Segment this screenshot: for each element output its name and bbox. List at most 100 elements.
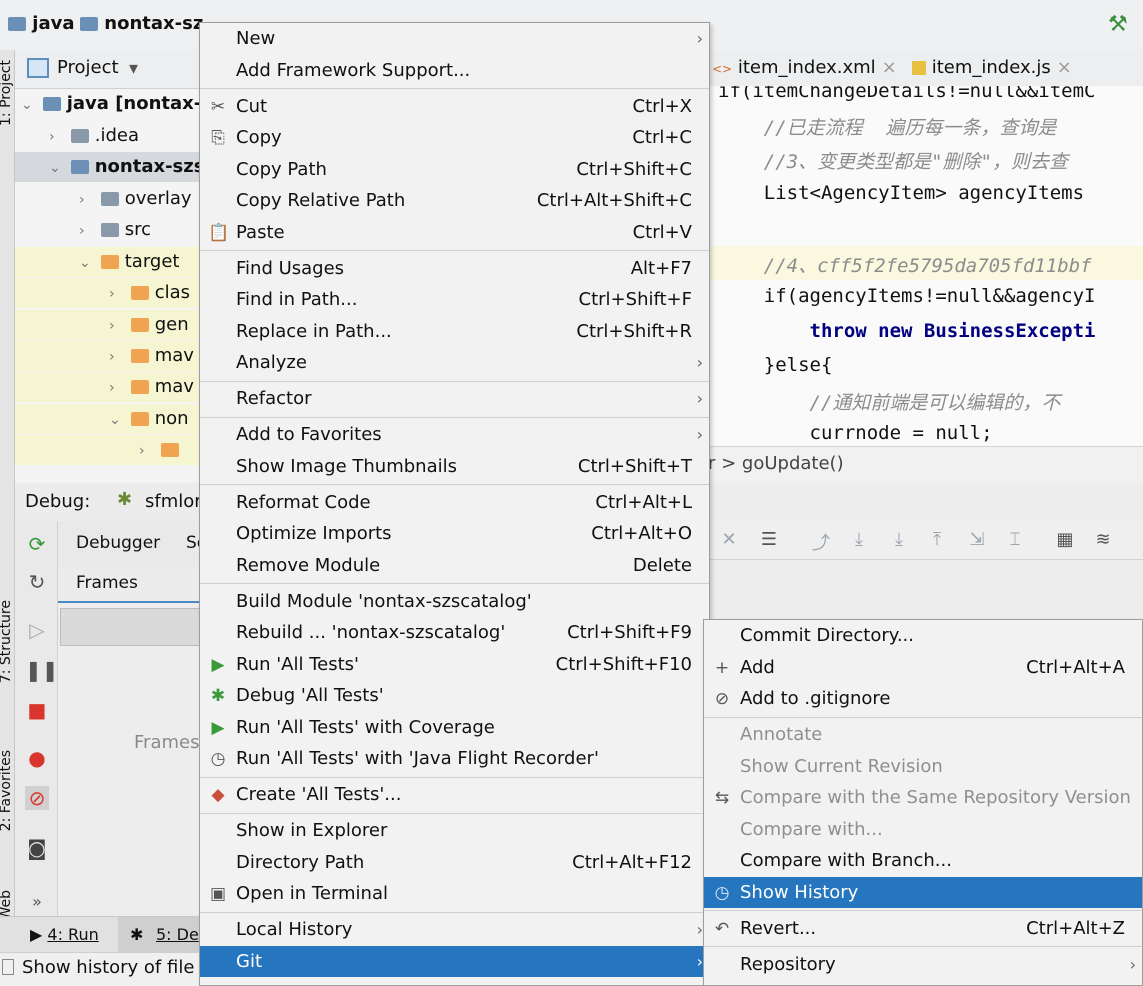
- settings-icon[interactable]: ≋: [1092, 529, 1114, 551]
- tree-item-generated[interactable]: › gen: [15, 310, 200, 340]
- tab-item-index-js[interactable]: item_index.js ×: [912, 57, 1072, 78]
- context-menu-item-create-all-tests[interactable]: ◆ Create 'All Tests'...: [200, 779, 709, 810]
- restart-icon[interactable]: ↻: [25, 570, 49, 594]
- tree-item-nontax[interactable]: ⌄ nontax-szs: [15, 152, 204, 182]
- context-menu-item-run-all-tests-with-coverage[interactable]: ▶ Run 'All Tests' with Coverage: [200, 712, 709, 743]
- context-menu-item-local-history[interactable]: Local History ›: [200, 914, 709, 945]
- context-menu-item-find-in-path[interactable]: Find in Path... Ctrl+Shift+F: [200, 284, 709, 315]
- git-menu-item-repository[interactable]: Repository ›: [704, 949, 1142, 980]
- menu-item-shortcut: Alt+F7: [630, 257, 692, 279]
- context-menu-item-add-to-favorites[interactable]: Add to Favorites ›: [200, 419, 709, 450]
- close-icon[interactable]: ✕: [718, 529, 740, 551]
- git-menu-item-add[interactable]: + Add Ctrl+Alt+A: [704, 652, 1142, 683]
- context-menu-item-run-all-tests-with-java-flight-recorder[interactable]: ◷ Run 'All Tests' with 'Java Flight Recor…: [200, 743, 709, 774]
- favorites-tool-button[interactable]: 2: Favorites: [0, 750, 14, 831]
- tree-item-nontax-target[interactable]: ⌄ non: [15, 404, 200, 434]
- tree-item-java[interactable]: ⌄ java [nontax-c: [15, 89, 212, 119]
- git-menu-item-annotate: Annotate: [704, 719, 1142, 750]
- git-menu-item-show-history[interactable]: ◷ Show History: [704, 876, 1142, 908]
- menu-item-label: Show History: [740, 881, 859, 903]
- context-menu-item-analyze[interactable]: Analyze ›: [200, 347, 709, 378]
- mute-breakpoints-icon[interactable]: ⊘: [25, 786, 49, 810]
- chevron-down-icon[interactable]: ▾: [129, 58, 138, 79]
- structure-tool-button[interactable]: 7: Structure: [0, 600, 14, 683]
- tree-item-target[interactable]: ⌄ target: [15, 247, 200, 277]
- debug-tab[interactable]: ✱ 5: De: [118, 917, 200, 953]
- context-menu-item-reformat-code[interactable]: Reformat Code Ctrl+Alt+L: [200, 487, 709, 518]
- close-icon[interactable]: ×: [882, 57, 897, 78]
- menu-icon[interactable]: ☰: [758, 529, 780, 551]
- tree-item-idea[interactable]: › .idea: [15, 121, 200, 151]
- tab-debugger[interactable]: Debugger: [76, 533, 160, 553]
- build-hammer-icon[interactable]: ⚒: [1108, 12, 1128, 37]
- folder-icon: [101, 223, 119, 237]
- context-menu-item-rebuild-nontax-szscatalog[interactable]: Rebuild ... 'nontax-szscatalog' Ctrl+Shif…: [200, 617, 709, 648]
- context-menu-item-remove-module[interactable]: Remove Module Delete: [200, 550, 709, 581]
- open-in-terminal-icon: ▣: [209, 884, 227, 904]
- context-menu-item-new[interactable]: New ›: [200, 23, 709, 54]
- project-view-title[interactable]: Project: [57, 57, 119, 78]
- resume-icon[interactable]: ▷: [25, 618, 49, 642]
- menu-item-shortcut: Ctrl+V: [632, 221, 692, 243]
- git-menu-item-commit-directory[interactable]: Commit Directory...: [704, 620, 1142, 651]
- context-menu-item-cut[interactable]: ✂ Cut Ctrl+X: [200, 91, 709, 122]
- context-menu-item-open-in-terminal[interactable]: ▣ Open in Terminal: [200, 878, 709, 909]
- context-menu-item-find-usages[interactable]: Find Usages Alt+F7: [200, 253, 709, 284]
- tree-item-overlay[interactable]: › overlay: [15, 184, 200, 214]
- git-menu-item-add-to-gitignore[interactable]: ⊘ Add to .gitignore: [704, 683, 1142, 714]
- menu-item-label: Add to .gitignore: [740, 688, 891, 709]
- context-menu-item-build-module-nontax-szscatalog[interactable]: Build Module 'nontax-szscatalog': [200, 586, 709, 617]
- context-menu-item-add-framework-support[interactable]: Add Framework Support...: [200, 55, 709, 86]
- menu-item-label: Git: [236, 950, 263, 972]
- context-menu-item-show-in-explorer[interactable]: Show in Explorer: [200, 815, 709, 846]
- context-menu-item-optimize-imports[interactable]: Optimize Imports Ctrl+Alt+O: [200, 518, 709, 549]
- context-menu-item-copy-path[interactable]: Copy Path Ctrl+Shift+C: [200, 154, 709, 185]
- context-menu-item-copy[interactable]: ⎘ Copy Ctrl+C: [200, 122, 709, 153]
- context-menu-item-run-all-tests[interactable]: ▶ Run 'All Tests' Ctrl+Shift+F10: [200, 649, 709, 680]
- menu-item-shortcut: Ctrl+Shift+F9: [567, 622, 692, 643]
- run-tab[interactable]: ▶ 4: Run: [30, 925, 99, 944]
- context-menu-item-replace-in-path[interactable]: Replace in Path... Ctrl+Shift+R: [200, 316, 709, 347]
- context-menu-item-refactor[interactable]: Refactor ›: [200, 383, 709, 414]
- step-over-icon[interactable]: ⤓: [848, 529, 870, 551]
- tab-frames[interactable]: Frames: [76, 573, 138, 593]
- tree-item-maven-1[interactable]: › mav: [15, 341, 200, 371]
- breadcrumb-module[interactable]: nontax-sz: [80, 13, 203, 34]
- context-menu-item-git[interactable]: Git ›: [200, 945, 709, 977]
- context-menu-item-show-image-thumbnails[interactable]: Show Image Thumbnails Ctrl+Shift+T: [200, 451, 709, 482]
- context-menu-item-copy-relative-path[interactable]: Copy Relative Path Ctrl+Alt+Shift+C: [200, 185, 709, 216]
- git-menu-item-compare-with-branch[interactable]: Compare with Branch...: [704, 845, 1142, 876]
- code-editor[interactable]: if(itemChangeDetails!=null&&itemC //已走流程…: [708, 86, 1143, 446]
- tree-item-label: nontax-szs: [94, 156, 205, 177]
- camera-icon[interactable]: ◙: [25, 836, 49, 860]
- table-icon[interactable]: ▦: [1054, 529, 1076, 551]
- tree-item-maven-2[interactable]: › mav: [15, 372, 200, 402]
- git-menu-item-show-current-revision: Show Current Revision: [704, 751, 1142, 782]
- show-execution-point-icon[interactable]: ⤴: [810, 529, 832, 554]
- step-into-icon[interactable]: ⤓: [888, 529, 910, 551]
- menu-item-label: Remove Module: [236, 554, 381, 576]
- context-menu-item-paste[interactable]: 📋 Paste Ctrl+V: [200, 217, 709, 248]
- context-menu-item-debug-all-tests[interactable]: ✱ Debug 'All Tests': [200, 680, 709, 711]
- breadcrumb-java[interactable]: java ›: [8, 13, 88, 34]
- step-out-icon[interactable]: ⤒: [926, 529, 948, 551]
- thread-selector[interactable]: [60, 608, 202, 646]
- tree-item-sub[interactable]: ›: [15, 435, 200, 465]
- more-icon[interactable]: »: [25, 890, 49, 914]
- stop-icon[interactable]: ■: [25, 698, 49, 722]
- tab-item-index-xml[interactable]: <> item_index.xml ×: [712, 57, 897, 78]
- pause-icon[interactable]: ❚❚: [25, 658, 59, 682]
- context-menu-item-directory-path[interactable]: Directory Path Ctrl+Alt+F12: [200, 847, 709, 878]
- tree-item-src[interactable]: › src: [15, 215, 200, 245]
- method-breadcrumb[interactable]: r > goUpdate(): [708, 453, 844, 474]
- tree-item-classes[interactable]: › clas: [15, 278, 200, 308]
- run-to-cursor-icon[interactable]: ⇲: [966, 529, 988, 551]
- view-breakpoints-icon[interactable]: ●: [25, 746, 49, 770]
- close-icon[interactable]: ×: [1057, 57, 1072, 78]
- project-tool-button[interactable]: 1: Project: [0, 60, 14, 126]
- tree-item-label: target: [124, 251, 180, 272]
- evaluate-icon[interactable]: ⌶: [1004, 529, 1026, 551]
- rerun-icon[interactable]: ⟳: [25, 532, 49, 556]
- git-menu-item-revert[interactable]: ↶ Revert... Ctrl+Alt+Z: [704, 913, 1142, 944]
- debug-config-tab[interactable]: sfmlor: [145, 491, 202, 512]
